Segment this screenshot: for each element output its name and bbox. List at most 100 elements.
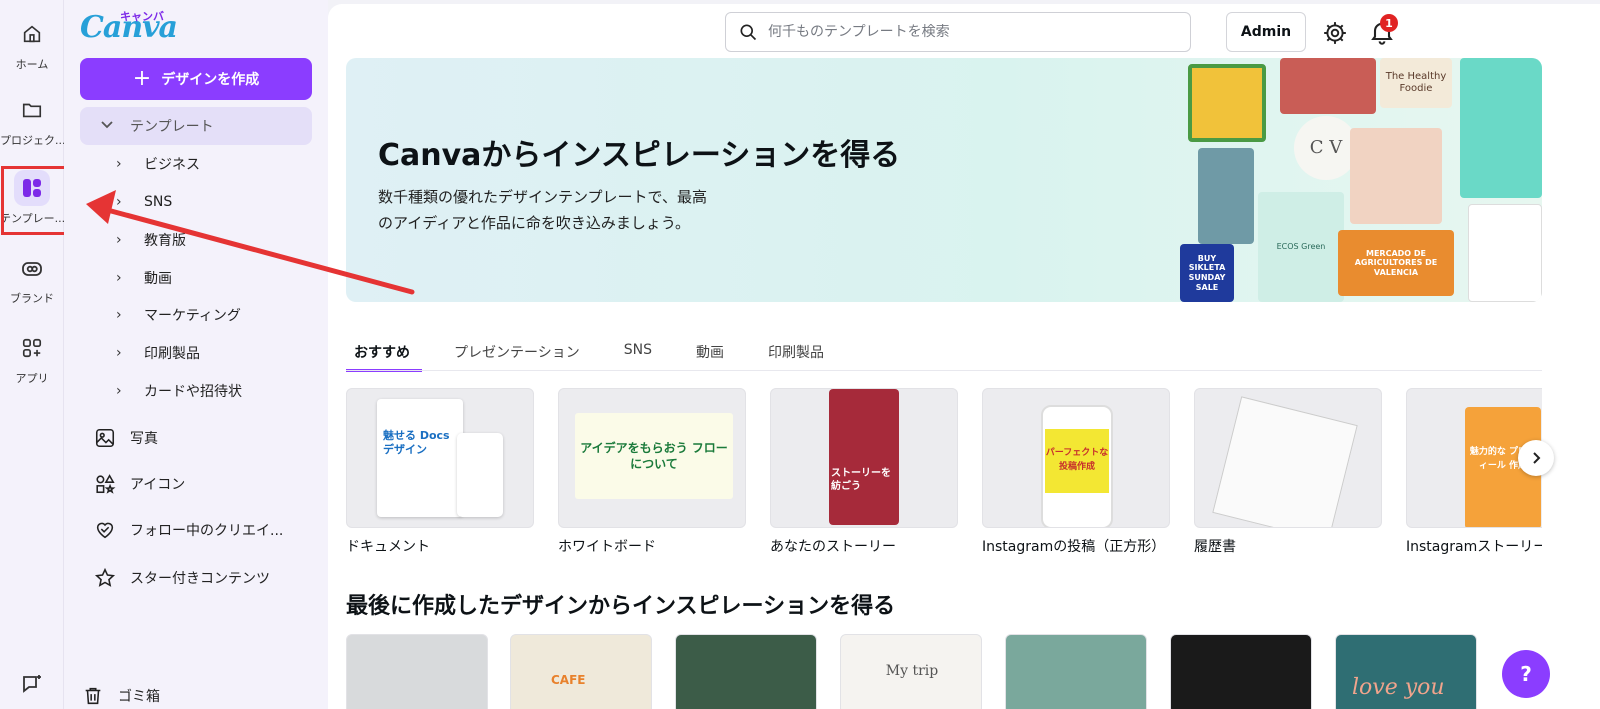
notification-badge: 1: [1380, 14, 1398, 32]
rail-item-feedback[interactable]: [0, 666, 64, 702]
chevron-right-icon: ›: [116, 232, 122, 248]
sidebar-item-label: 印刷製品: [144, 346, 200, 362]
recent-design-card[interactable]: love you: [1335, 634, 1477, 709]
sidebar-item-label: マーケティング: [144, 308, 241, 324]
collage-card: The Healthy Foodie: [1380, 58, 1452, 108]
sidebar-item-starred[interactable]: スター付きコンテンツ: [94, 562, 270, 594]
template-tile-whiteboard[interactable]: アイデアをもらおう フローについて ホワイトボード: [558, 388, 746, 556]
tile-thumbnail: パーフェクトな 投稿作成: [982, 388, 1170, 528]
templates-group-header[interactable]: テンプレート: [80, 107, 312, 145]
sidebar-item-following[interactable]: フォロー中のクリエイ...: [94, 514, 283, 546]
canva-logo[interactable]: Canva キャンバ: [80, 10, 178, 46]
chat-sparkle-icon: [14, 666, 50, 702]
hero-banner: Canvaからインスピレーションを得る 数千種類の優れたデザインテンプレートで、…: [346, 58, 1542, 302]
tile-caption: Instagramの投稿（正方形）: [982, 539, 1166, 555]
home-icon: [14, 16, 50, 52]
recent-design-card[interactable]: [1005, 634, 1147, 709]
tile-thumbnail: アイデアをもらおう フローについて: [558, 388, 746, 528]
tile-caption: ドキュメント: [346, 539, 430, 555]
logo-kana: キャンバ: [120, 10, 164, 23]
icon-rail: ホーム プロジェク... テンプレー... ブランド アプリ: [0, 0, 64, 709]
recent-design-card[interactable]: [675, 634, 817, 709]
sidebar-item-business[interactable]: › ビジネス: [116, 149, 200, 179]
rail-item-home[interactable]: ホーム: [0, 16, 64, 72]
banner-title: Canvaからインスピレーションを得る: [378, 138, 901, 173]
rail-label-projects: プロジェク...: [0, 134, 64, 147]
tab-print[interactable]: 印刷製品: [760, 336, 836, 372]
search-input[interactable]: [768, 24, 1168, 40]
sidebar-item-marketing[interactable]: › マーケティング: [116, 300, 241, 330]
rail-label-apps: アプリ: [15, 372, 49, 385]
carousel-next-button[interactable]: [1518, 440, 1554, 476]
template-tile-instagram-post[interactable]: パーフェクトな 投稿作成 Instagramの投稿（正方形）: [982, 388, 1170, 556]
sidebar-item-sns[interactable]: › SNS: [116, 187, 172, 217]
create-design-label: デザインを作成: [161, 72, 260, 88]
banner-description: 数千種類の優れたデザインテンプレートで、最高のアイディアと作品に命を吹き込みまし…: [378, 188, 707, 232]
tab-presentation[interactable]: プレゼンテーション: [446, 336, 592, 372]
tile-caption: 履歴書: [1194, 539, 1236, 555]
tile-thumb-text: パーフェクトな 投稿作成: [1045, 448, 1109, 472]
rail-label-home: ホーム: [15, 58, 49, 71]
star-icon: [94, 567, 116, 587]
sidebar-item-education[interactable]: › 教育版: [116, 225, 186, 255]
tile-thumbnail: 魅せる Docsデザイン: [346, 388, 534, 528]
collage-card: [1198, 148, 1254, 244]
rail-item-projects[interactable]: プロジェク...: [0, 92, 64, 148]
sidebar-item-label: カードや招待状: [144, 384, 242, 400]
rail-item-apps[interactable]: アプリ: [0, 330, 64, 386]
tile-thumb-text: 魅せる Docsデザイン: [383, 429, 450, 457]
sidebar-item-label: ゴミ箱: [118, 689, 160, 705]
collage-card: [1280, 58, 1376, 114]
template-tile-story[interactable]: ストーリーを紡ごう あなたのストーリー: [770, 388, 958, 556]
recent-section-title: 最後に作成したデザインからインスピレーションを得る: [346, 594, 896, 619]
tile-thumbnail: ストーリーを紡ごう: [770, 388, 958, 528]
chevron-right-icon: ›: [116, 270, 122, 286]
template-collage: The Healthy Foodie C V ECOS Green MERCAD…: [1180, 58, 1542, 302]
sidebar-item-label: フォロー中のクリエイ...: [130, 523, 284, 539]
tabs-divider: [346, 370, 1542, 371]
collage-card: BUY SIKLETA SUNDAY SALE: [1180, 244, 1234, 302]
sidebar-item-trash[interactable]: ゴミ箱: [82, 680, 160, 709]
create-design-button[interactable]: + デザインを作成: [80, 58, 312, 100]
recent-design-card[interactable]: CAFE: [510, 634, 652, 709]
sidebar: Canva キャンバ + デザインを作成 テンプレート › ビジネス › SNS ›…: [64, 0, 328, 709]
sidebar-item-video[interactable]: › 動画: [116, 263, 172, 293]
sidebar-item-cards[interactable]: › カードや招待状: [116, 376, 242, 406]
search-icon: [740, 24, 757, 41]
sidebar-item-icons[interactable]: アイコン: [94, 468, 185, 500]
help-button[interactable]: ?: [1502, 650, 1550, 698]
sidebar-item-photos[interactable]: 写真: [94, 422, 158, 454]
template-tiles: 魅せる Docsデザイン ドキュメント アイデアをもらおう フローについて ホワ…: [346, 388, 1542, 558]
annotation-highlight-box: [1, 166, 69, 235]
sidebar-item-label: 写真: [130, 431, 158, 447]
plus-icon: +: [132, 66, 152, 91]
sidebar-item-label: ビジネス: [144, 157, 200, 173]
template-tile-resume[interactable]: 履歴書: [1194, 388, 1382, 556]
collage-card: MERCADO DE AGRICULTORES DE VALENCIA: [1338, 230, 1454, 296]
admin-button[interactable]: Admin: [1226, 12, 1306, 52]
sidebar-item-label: SNS: [144, 194, 173, 210]
gear-icon[interactable]: [1322, 20, 1348, 46]
sidebar-item-print[interactable]: › 印刷製品: [116, 338, 200, 368]
collage-card: [1468, 204, 1542, 302]
photo-icon: [95, 428, 115, 448]
tab-recommended[interactable]: おすすめ: [346, 336, 422, 372]
recent-card-text: love you: [1352, 675, 1445, 700]
chevron-down-icon: [100, 118, 114, 134]
chevron-right-icon: [1533, 452, 1541, 464]
recent-design-card[interactable]: [346, 634, 488, 709]
heart-icon: [96, 522, 114, 539]
rail-item-brand[interactable]: ブランド: [0, 250, 64, 306]
collage-card: ECOS Green: [1258, 192, 1344, 302]
templates-group-label: テンプレート: [130, 119, 214, 135]
search-bar[interactable]: [725, 12, 1191, 52]
template-tile-instagram-story[interactable]: 魅力的な プロフィール 作成 Instagramストーリー: [1406, 388, 1542, 556]
sidebar-item-label: スター付きコンテンツ: [130, 571, 270, 587]
recent-design-card[interactable]: My trip: [840, 634, 982, 709]
recent-design-card[interactable]: [1170, 634, 1312, 709]
chevron-right-icon: ›: [116, 307, 122, 323]
template-tile-document[interactable]: 魅せる Docsデザイン ドキュメント: [346, 388, 534, 556]
tab-sns[interactable]: SNS: [616, 336, 664, 372]
tab-video[interactable]: 動画: [688, 336, 736, 372]
recent-card-text: CAFE: [551, 673, 586, 687]
